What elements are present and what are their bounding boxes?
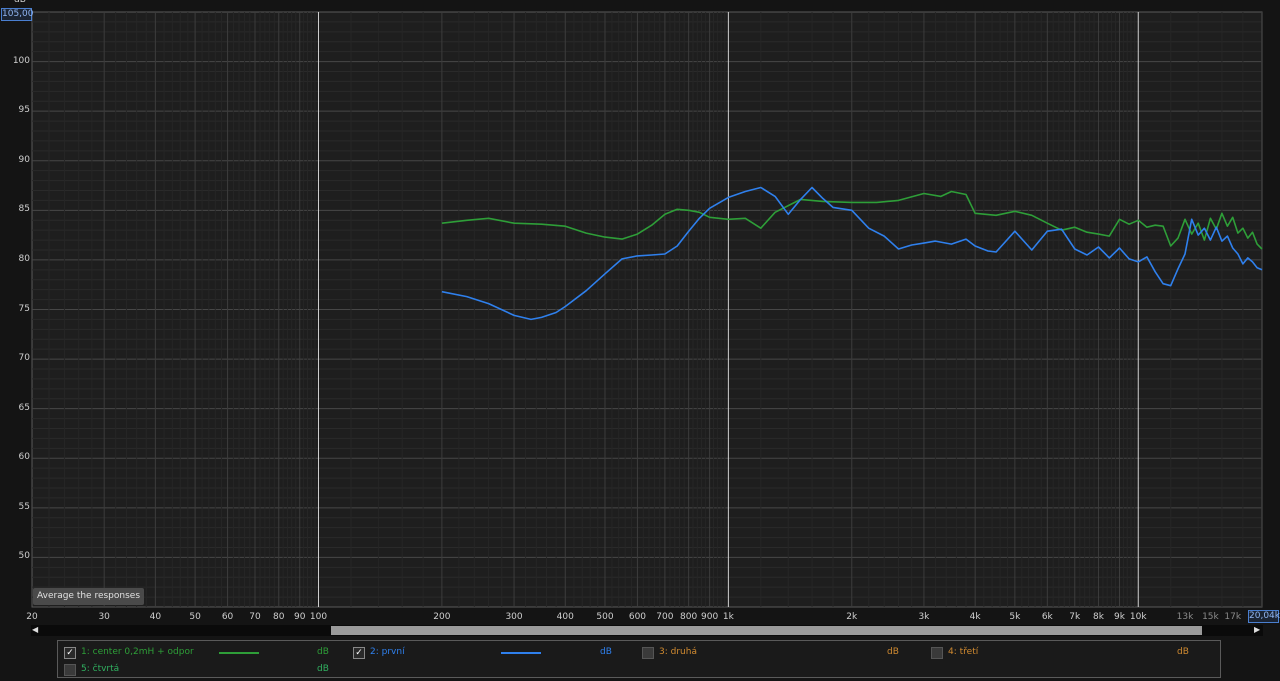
x-tick-label: 900 <box>701 612 719 622</box>
x-tick-label: 7k <box>1069 612 1081 622</box>
y-tick-label: 100 <box>12 55 30 66</box>
x-tick-label: 70 <box>249 612 261 622</box>
legend-label-5: 5: čtvrtá <box>81 664 120 674</box>
x-axis-max-field[interactable]: 20,04k <box>1248 610 1280 623</box>
x-tick-label: 4k <box>969 612 981 622</box>
legend-checkbox-4[interactable] <box>931 647 943 659</box>
y-tick-label: 55 <box>18 501 30 512</box>
legend-item-3[interactable]: 3: druhá dB <box>642 644 922 660</box>
frequency-response-plot[interactable] <box>0 0 1280 640</box>
legend-swatch-1 <box>219 652 259 654</box>
legend-label-3: 3: druhá <box>659 647 697 657</box>
x-tick-label: 300 <box>505 612 523 622</box>
y-axis-unit-label: dB <box>14 0 26 5</box>
legend-unit-2: dB <box>600 647 612 657</box>
legend-item-4[interactable]: 4: třetí dB <box>931 644 1211 660</box>
x-tick-label: 90 <box>294 612 306 622</box>
y-axis-max-field[interactable]: 105,00 <box>1 8 34 21</box>
x-tick-label: 8k <box>1093 612 1105 622</box>
average-responses-button[interactable]: Average the responses <box>33 588 145 605</box>
x-tick-label: 13k <box>1176 612 1194 622</box>
x-tick-label: 17k <box>1224 612 1242 622</box>
x-tick-label: 60 <box>221 612 234 622</box>
y-tick-label: 95 <box>18 105 30 116</box>
x-tick-label: 100 <box>309 612 328 622</box>
y-tick-label: 90 <box>18 154 30 165</box>
x-tick-label: 500 <box>596 612 614 622</box>
x-tick-label: 20 <box>26 612 38 622</box>
legend-checkbox-5[interactable] <box>64 664 76 676</box>
legend-unit-3: dB <box>887 647 899 657</box>
legend-panel: ✓ 1: center 0,2mH + odpor dB ✓ 2: první … <box>57 640 1221 678</box>
y-tick-label: 65 <box>18 402 30 413</box>
x-tick-label: 30 <box>98 612 110 622</box>
x-tick-label: 9k <box>1114 612 1125 622</box>
legend-checkbox-3[interactable] <box>642 647 654 659</box>
x-tick-label: 80 <box>273 612 285 622</box>
x-tick-label: 10k <box>1129 612 1147 622</box>
legend-checkbox-1[interactable]: ✓ <box>64 647 76 659</box>
scrollbar-thumb[interactable] <box>331 626 1202 635</box>
x-tick-label: 50 <box>189 612 201 622</box>
x-tick-label: 1k <box>722 612 734 622</box>
x-tick-label: 800 <box>680 612 698 622</box>
x-tick-label: 15k <box>1202 612 1219 622</box>
x-tick-label: 40 <box>149 612 162 622</box>
x-tick-label: 2k <box>846 612 858 622</box>
legend-unit-5: dB <box>317 664 329 674</box>
x-tick-label: 700 <box>656 612 674 622</box>
x-tick-label: 600 <box>628 612 647 622</box>
legend-label-1: 1: center 0,2mH + odpor <box>81 647 194 657</box>
y-tick-label: 75 <box>18 303 30 314</box>
legend-label-2: 2: první <box>370 647 405 657</box>
y-tick-label: 70 <box>18 353 30 364</box>
x-tick-label: 6k <box>1041 612 1053 622</box>
x-tick-label: 5k <box>1009 612 1021 622</box>
legend-item-5[interactable]: 5: čtvrtá dB <box>64 661 344 677</box>
y-tick-label: 80 <box>18 253 30 264</box>
x-tick-label: 3k <box>918 612 930 622</box>
y-tick-label: 60 <box>18 452 30 463</box>
legend-checkbox-2[interactable]: ✓ <box>353 647 365 659</box>
legend-label-4: 4: třetí <box>948 647 979 657</box>
scroll-right-arrow-icon[interactable]: ▶ <box>1254 625 1260 634</box>
x-tick-label: 200 <box>433 612 451 622</box>
legend-unit-4: dB <box>1177 647 1189 657</box>
y-tick-label: 85 <box>18 204 30 215</box>
scroll-left-arrow-icon[interactable]: ◀ <box>32 625 38 634</box>
legend-item-1[interactable]: ✓ 1: center 0,2mH + odpor dB <box>64 644 344 660</box>
legend-item-2[interactable]: ✓ 2: první dB <box>353 644 633 660</box>
legend-unit-1: dB <box>317 647 329 657</box>
x-tick-label: 400 <box>556 612 574 622</box>
legend-swatch-2 <box>501 652 541 654</box>
y-tick-label: 50 <box>18 551 30 562</box>
